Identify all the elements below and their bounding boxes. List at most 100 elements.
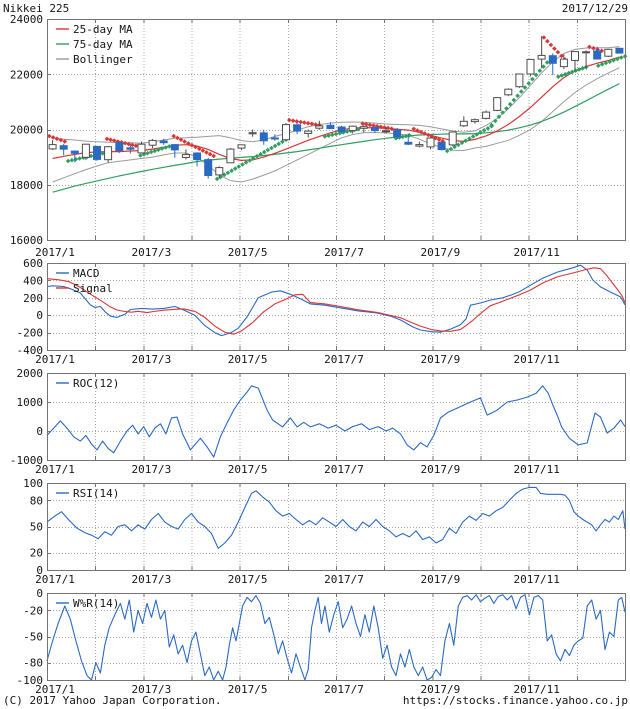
sar-dot [560, 73, 565, 78]
candle-up [238, 145, 245, 148]
candle-down [60, 146, 67, 150]
candle-up [305, 131, 312, 133]
sar-dot [108, 138, 113, 143]
candle-up [383, 131, 390, 132]
y-axis-label: -20 [23, 604, 43, 617]
legend-label: ROC(12) [73, 377, 119, 390]
y-axis-label: -80 [23, 657, 43, 670]
y-axis-label: -200 [17, 327, 44, 340]
sar-dot [247, 158, 252, 163]
candle-up [283, 125, 290, 140]
y-axis-label: 400 [23, 274, 43, 287]
candle-up [483, 112, 490, 118]
candle-up [538, 55, 545, 59]
y-axis-label: 20000 [10, 124, 43, 137]
sar-dot [471, 134, 476, 139]
sar-dot [262, 150, 267, 155]
y-axis-label: 200 [23, 292, 43, 305]
sar-dot [295, 119, 300, 124]
y-axis-label: 1000 [17, 396, 44, 409]
sar-dot [105, 137, 110, 142]
candle-up [494, 98, 501, 111]
sar-dot [74, 157, 79, 162]
sar-dot [70, 158, 75, 163]
x-axis-label: 2017/11 [513, 573, 559, 586]
legend-label: 25-day MA [73, 23, 133, 36]
x-axis-label: 2017/7 [324, 353, 364, 366]
x-axis-label: 2017/3 [131, 463, 171, 476]
candle-up [349, 126, 356, 130]
candle-down [71, 151, 78, 153]
chart-page: 24000220002000018000160002017/12017/3201… [0, 0, 630, 709]
sar-dot [504, 106, 509, 111]
x-axis-label: 2017/11 [513, 353, 559, 366]
sar-dot [163, 145, 168, 150]
y-axis-label: 50 [30, 521, 43, 534]
sar-dot [266, 148, 271, 153]
panel-macd: 6004002000-200-4002017/12017/32017/52017… [17, 257, 626, 366]
candle-down [405, 142, 412, 144]
y-axis-label: 100 [23, 477, 43, 490]
candle-down [616, 48, 623, 53]
y-axis-label: 20 [30, 547, 43, 560]
page-title: Nikkei 225 [3, 2, 69, 15]
candle-up [416, 145, 423, 147]
legend-label: Bollinger [73, 53, 133, 66]
candle-up [572, 52, 579, 61]
x-axis-label: 2017/5 [228, 573, 268, 586]
candle-up [316, 126, 323, 128]
candle-up [449, 132, 456, 145]
candle-up [105, 147, 112, 160]
panel-rsi: 10080502002017/12017/32017/52017/72017/9… [23, 477, 625, 586]
sar-dot [556, 74, 561, 79]
candle-up [460, 121, 467, 126]
x-axis-label: 2017/5 [228, 463, 268, 476]
candle-down [260, 133, 267, 141]
y-axis-label: 2000 [17, 367, 44, 380]
candle-down [271, 138, 278, 139]
sar-dot [291, 118, 296, 123]
x-axis-label: 2017/11 [513, 463, 559, 476]
sar-dot [591, 46, 596, 51]
sar-dot [482, 128, 487, 133]
y-axis-label: 22000 [10, 68, 43, 81]
sar-dot [145, 151, 150, 156]
legend-label: MACD [73, 267, 100, 280]
sar-dot [229, 168, 234, 173]
candle-up [227, 149, 234, 163]
panel-price: 24000220002000018000160002017/12017/3201… [10, 13, 627, 259]
x-axis-label: 2017/7 [324, 463, 364, 476]
sar-dot [542, 35, 547, 40]
x-axis-label: 2017/1 [35, 353, 75, 366]
sar-dot [138, 153, 143, 158]
sar-dot [298, 120, 303, 125]
sar-dot [545, 39, 550, 44]
y-axis-label: 0 [36, 425, 43, 438]
sar-dot [55, 137, 60, 142]
x-axis-label: 2017/1 [35, 463, 75, 476]
candle-up [182, 155, 189, 158]
y-axis-label: 80 [30, 494, 43, 507]
candle-down [205, 160, 212, 176]
y-axis-label: -50 [23, 631, 43, 644]
candle-up [505, 89, 512, 95]
x-axis-label: 2017/5 [228, 353, 268, 366]
y-axis-label: 600 [23, 257, 43, 270]
sar-dot [334, 132, 339, 137]
sar-dot [66, 159, 71, 164]
copyright-text: (C) 2017 Yahoo Japan Corporation. [3, 694, 222, 707]
legend-label: Signal [73, 282, 113, 295]
candle-down [338, 127, 345, 131]
candle-down [294, 125, 301, 131]
y-axis-label: 18000 [10, 179, 43, 192]
chart-canvas: 24000220002000018000160002017/12017/3201… [0, 0, 630, 709]
chart-header: Nikkei 225 2017/12/29 [3, 2, 628, 15]
source-url: https://stocks.finance.yahoo.co.jp [403, 694, 628, 707]
x-axis-label: 2017/3 [131, 573, 171, 586]
sar-dot [538, 68, 543, 73]
legend-label: RSI(14) [73, 487, 119, 500]
sar-dot [552, 46, 557, 51]
sar-dot [619, 55, 624, 60]
x-axis-label: 2017/9 [420, 463, 460, 476]
x-axis-label: 2017/9 [420, 573, 460, 586]
